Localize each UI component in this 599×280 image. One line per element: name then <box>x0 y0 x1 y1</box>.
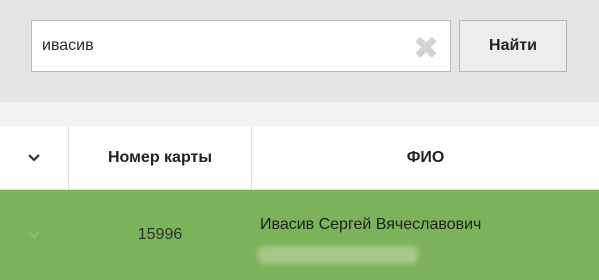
column-header-card-number[interactable]: Номер карты <box>69 126 252 189</box>
fio-cell: Ивасив Сергей Вячеславович <box>252 190 599 280</box>
close-icon[interactable]: ✖ <box>409 32 443 64</box>
search-input[interactable] <box>42 33 402 59</box>
redacted-text <box>258 246 418 264</box>
search-field[interactable]: ✖ <box>31 20 451 72</box>
expand-column-header[interactable] <box>0 126 69 189</box>
card-number-cell: 15996 <box>137 226 183 243</box>
column-header-fio[interactable]: ФИО <box>252 126 599 189</box>
find-button[interactable]: Найти <box>459 20 567 72</box>
patient-name: Ивасив Сергей Вячеславович <box>260 216 482 233</box>
chevron-down-icon[interactable] <box>27 153 41 163</box>
table-row[interactable]: 15996 Ивасив Сергей Вячеславович <box>0 190 599 280</box>
row-expand-cell[interactable] <box>0 190 68 280</box>
chevron-down-icon[interactable] <box>27 230 41 240</box>
toolbar-strip <box>0 102 599 126</box>
search-panel: ✖ Найти <box>0 0 599 102</box>
table-header: Номер карты ФИО <box>0 126 599 190</box>
